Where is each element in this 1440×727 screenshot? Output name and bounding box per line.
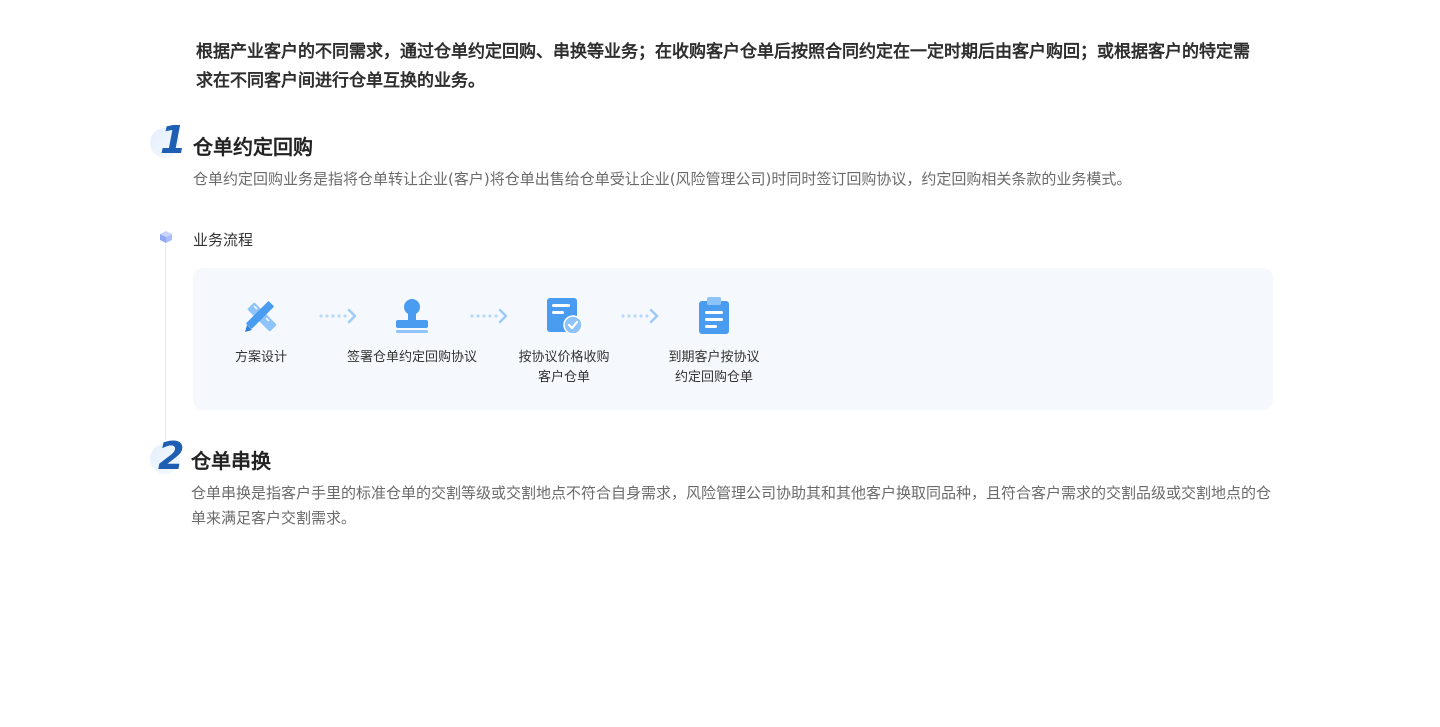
- page: 根据产业客户的不同需求，通过仓单约定回购、串换等业务；在收购客户仓单后按照合同约…: [0, 0, 1440, 727]
- cube-icon: [160, 231, 172, 243]
- clipboard-icon: [699, 297, 729, 334]
- flow-step-3: 按协议价格收购 客户仓单: [489, 296, 639, 388]
- flow-step-2-text: 签署仓单约定回购协议: [346, 350, 477, 365]
- flow-step-2: 签署仓单约定回购协议: [337, 296, 487, 368]
- section-1-number: 1: [160, 118, 187, 162]
- flow-step-4-text: 到期客户按协议 约定回购仓单: [668, 350, 760, 385]
- document-check-icon: [547, 298, 583, 335]
- stamp-icon: [396, 299, 428, 333]
- section-2-number-badge: 2: [150, 436, 190, 480]
- section-1-description: 仓单约定回购业务是指将仓单转让企业(客户)将仓单出售给仓单受让企业(风险管理公司…: [193, 170, 1132, 188]
- flow-box: 方案设计 签署仓单约定回购协议 按协议价格收购 客户仓单 到期客户按协议 约定回…: [193, 268, 1273, 410]
- pencil-ruler-icon: [245, 301, 277, 332]
- flow-step-4: 到期客户按协议 约定回购仓单: [639, 296, 789, 388]
- flow-label: 业务流程: [193, 231, 254, 249]
- timeline-line: [165, 244, 166, 440]
- section-2-description: 仓单串换是指客户手里的标准仓单的交割等级或交割地点不符合自身需求，风险管理公司协…: [191, 484, 1272, 527]
- section-2-number: 2: [158, 434, 185, 478]
- flow-step-1-text: 方案设计: [234, 350, 287, 365]
- intro-text: 根据产业客户的不同需求，通过仓单约定回购、串换等业务；在收购客户仓单后按照合同约…: [196, 42, 1250, 91]
- section-2-title: 仓单串换: [191, 449, 271, 473]
- section-1-number-badge: 1: [150, 120, 190, 164]
- flow-step-3-text: 按协议价格收购 客户仓单: [518, 350, 610, 385]
- flow-step-1: 方案设计: [186, 296, 336, 368]
- section-1-title: 仓单约定回购: [193, 135, 313, 159]
